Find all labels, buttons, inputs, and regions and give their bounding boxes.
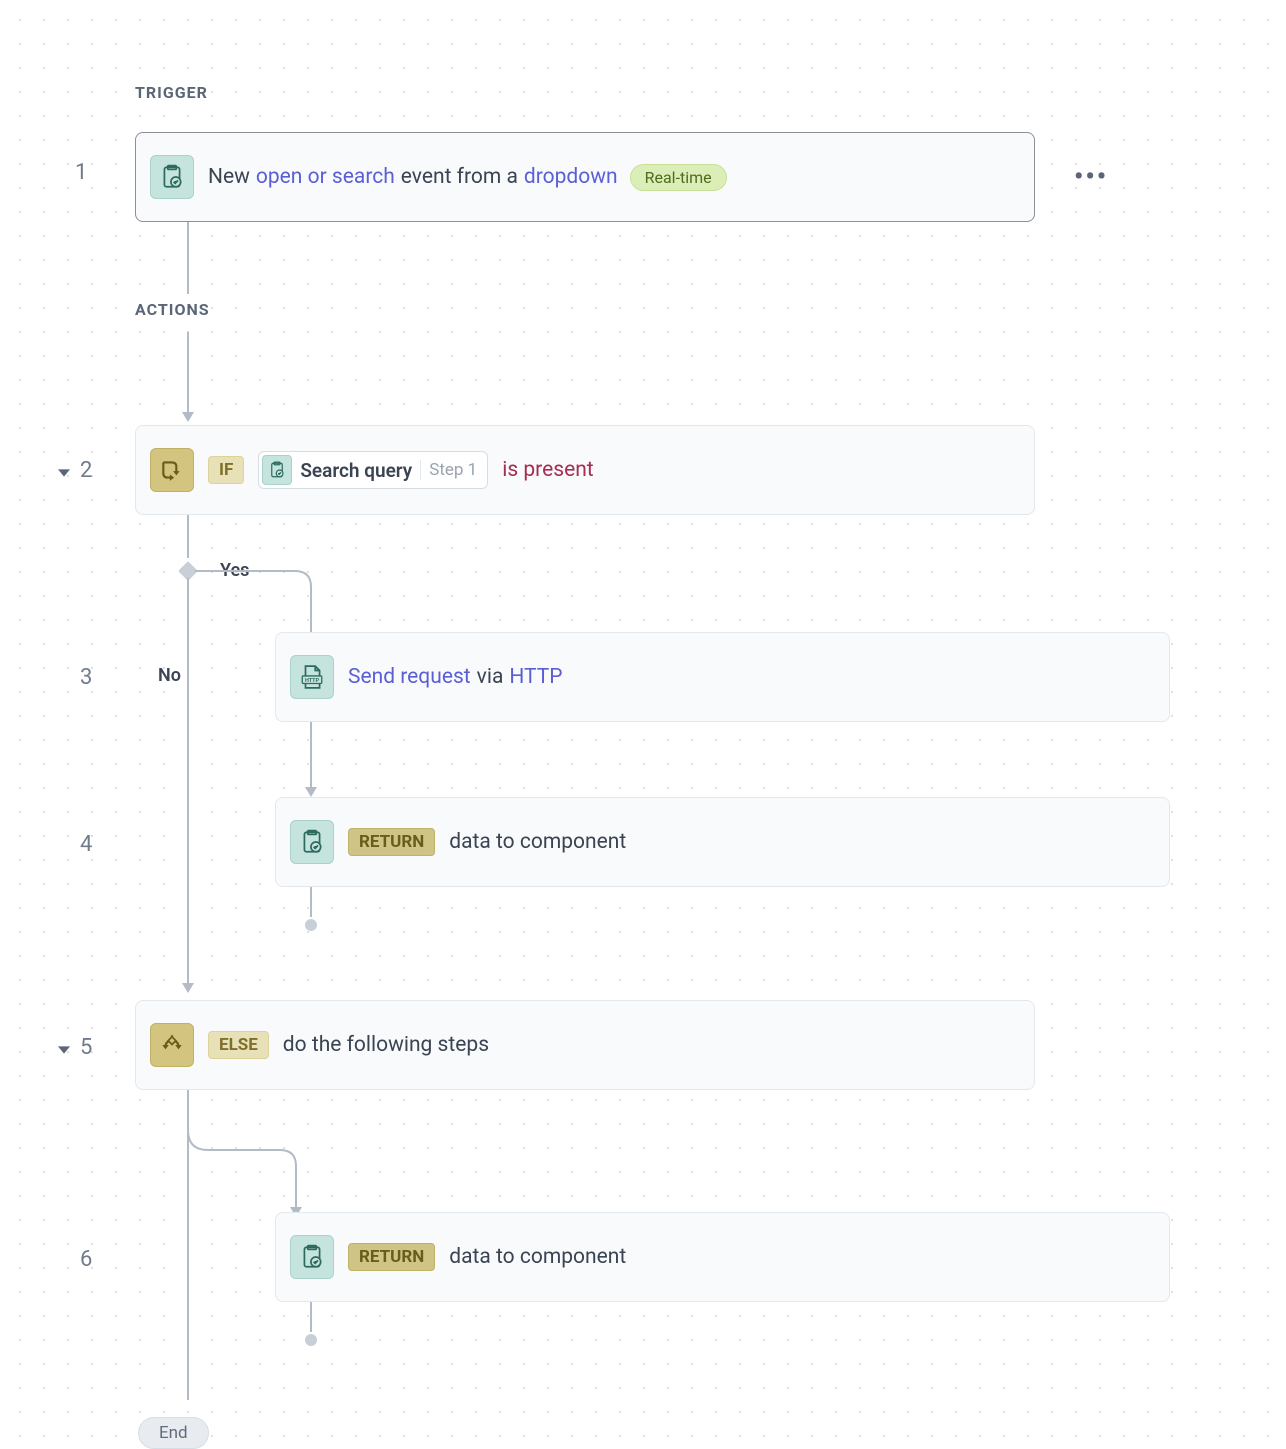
clipboard-check-icon [290,1235,334,1279]
step-number-4: 4 [80,832,92,857]
end-pill: End [138,1417,209,1449]
step-number-3: 3 [80,665,92,690]
branch-else-icon [150,1023,194,1067]
branch-if-icon [150,448,194,492]
http-text-via: via [477,665,504,689]
if-tag: IF [208,456,244,484]
datapill-search-query[interactable]: Search query Step 1 [258,451,488,489]
else-card[interactable]: ELSE do the following steps [135,1000,1035,1090]
trigger-text-prefix: New [208,165,250,189]
trigger-link-open-search[interactable]: open or search [256,165,395,189]
step-number-6: 6 [80,1247,92,1272]
collapse-caret-step-5[interactable] [58,1044,70,1056]
branch-end-dot [305,919,317,931]
trigger-link-dropdown[interactable]: dropdown [524,165,618,189]
http-link-send[interactable]: Send request [348,665,471,689]
branch-yes-label: Yes [220,560,249,581]
trigger-text: New open or search event from a dropdown… [208,164,727,191]
step-number-2: 2 [80,458,92,483]
else-text: do the following steps [283,1033,489,1057]
step-number-5: 5 [80,1035,92,1060]
section-label-trigger: TRIGGER [135,83,208,102]
return-card-1[interactable]: RETURN data to component [275,797,1170,887]
branch-end-dot [305,1334,317,1346]
svg-text:HTTP: HTTP [305,678,320,684]
return-text: data to component [449,830,626,854]
if-condition: is present [502,458,593,482]
else-tag: ELSE [208,1031,269,1059]
branch-diamond [178,561,198,581]
return-card-2[interactable]: RETURN data to component [275,1212,1170,1302]
http-icon: HTTP [290,655,334,699]
http-card[interactable]: HTTP Send request via HTTP [275,632,1170,722]
if-card[interactable]: IF Search query Step 1 is present [135,425,1035,515]
clipboard-check-icon [150,155,194,199]
more-horizontal-icon[interactable]: ••• [1074,162,1108,192]
http-link-proto[interactable]: HTTP [509,665,562,689]
clipboard-check-icon [290,820,334,864]
return-tag: RETURN [348,1243,435,1271]
clipboard-check-icon [262,455,292,485]
trigger-card[interactable]: New open or search event from a dropdown… [135,132,1035,222]
http-text: Send request via HTTP [348,665,563,689]
datapill-label: Search query [300,459,412,482]
branch-no-label: No [158,665,181,686]
return-text: data to component [449,1245,626,1269]
step-number-1: 1 [75,160,87,185]
trigger-text-mid: event from a [401,165,518,189]
section-label-actions: ACTIONS [135,300,210,319]
realtime-badge: Real-time [630,164,727,191]
collapse-caret-step-2[interactable] [58,467,70,479]
datapill-step-ref: Step 1 [420,460,477,480]
return-tag: RETURN [348,828,435,856]
